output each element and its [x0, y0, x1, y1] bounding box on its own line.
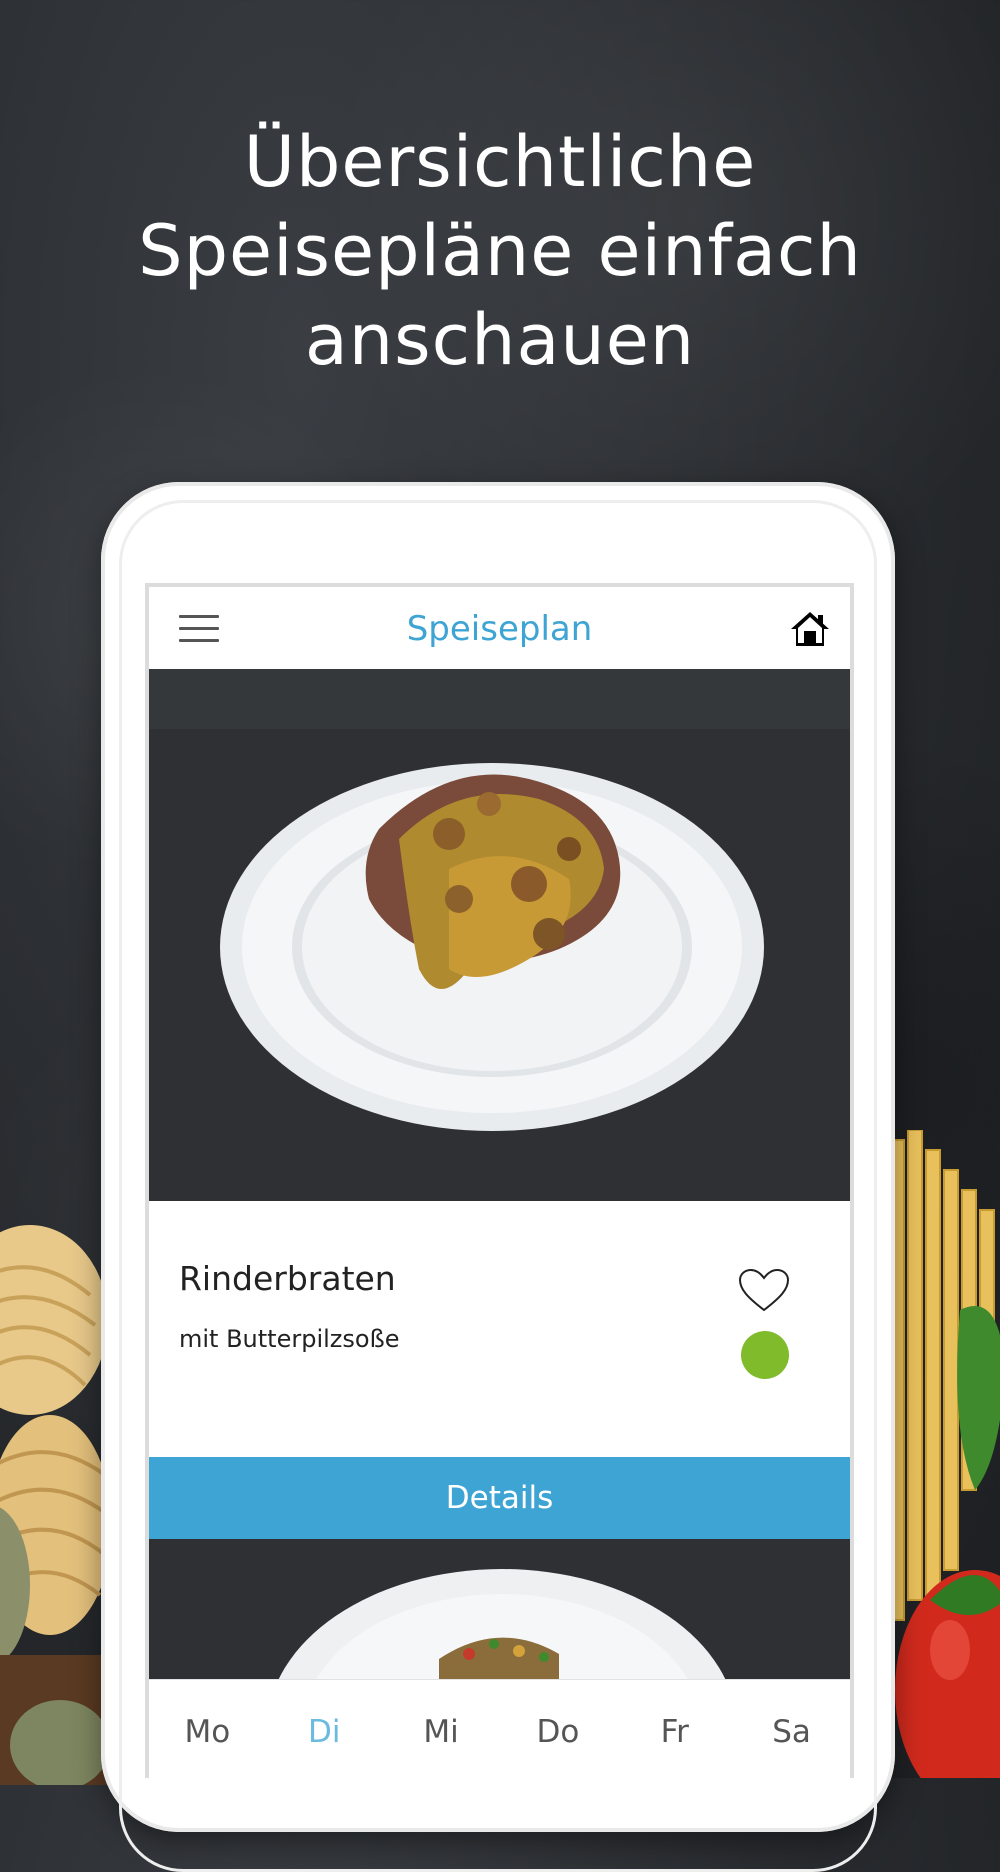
- day-tab-2[interactable]: Mi: [383, 1680, 500, 1778]
- heart-outline-icon[interactable]: [737, 1267, 791, 1313]
- category-indicator-dot: [741, 1331, 789, 1379]
- day-tab-0[interactable]: Mo: [149, 1680, 266, 1778]
- dish-name: Rinderbraten: [179, 1259, 396, 1298]
- app-bar: Speiseplan: [149, 587, 850, 670]
- app-title: Speiseplan: [406, 609, 593, 649]
- day-tab-4[interactable]: Fr: [616, 1680, 733, 1778]
- details-button[interactable]: Details: [149, 1457, 850, 1539]
- promo-headline: Übersichtliche Speisepläne einfach ansch…: [0, 118, 1000, 385]
- dish-info-card: Rinderbraten mit Butterpilzsoße: [149, 1201, 850, 1457]
- headline-line-1: Übersichtliche: [243, 121, 757, 203]
- dish-description: mit Butterpilzsoße: [179, 1325, 400, 1353]
- headline-line-3: anschauen: [304, 299, 696, 381]
- app-screen: Speiseplan Rinderbraten mit Butterpilzso…: [145, 583, 854, 1778]
- home-icon[interactable]: [789, 609, 831, 649]
- day-tab-1[interactable]: Di: [266, 1680, 383, 1778]
- spaghetti-tomato-decoration: [890, 1130, 1000, 1778]
- day-tab-5[interactable]: Sa: [733, 1680, 850, 1778]
- headline-line-2: Speisepläne einfach: [138, 210, 862, 292]
- next-dish-photo: [149, 1539, 850, 1679]
- dish-photo: [149, 669, 850, 1201]
- weekday-tab-bar: Mo Di Mi Do Fr Sa: [149, 1679, 850, 1778]
- day-tab-3[interactable]: Do: [499, 1680, 616, 1778]
- pasta-nest-decoration: [0, 1225, 110, 1785]
